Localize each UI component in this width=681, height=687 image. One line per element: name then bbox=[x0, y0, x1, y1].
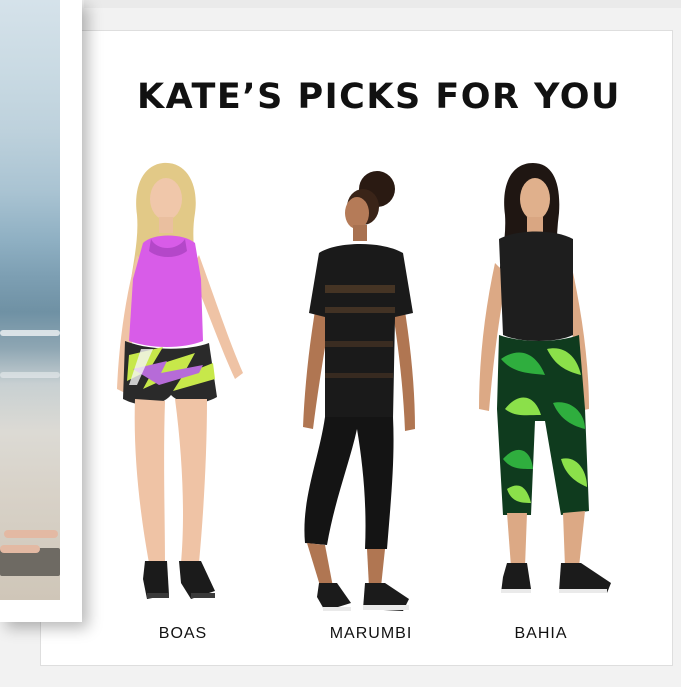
product-card-bahia[interactable]: BAHIA bbox=[461, 159, 621, 642]
wave-highlight bbox=[0, 330, 60, 336]
section-title: KATE’S PICKS FOR YOU bbox=[137, 77, 621, 117]
product-card-boas[interactable]: BOAS bbox=[103, 159, 263, 642]
product-image-boas bbox=[117, 162, 243, 599]
wave-highlight bbox=[0, 372, 60, 378]
picks-panel: KATE’S PICKS FOR YOU BOAS MARUMBI BAHIA bbox=[40, 30, 673, 666]
top-background-strip bbox=[84, 0, 681, 8]
beach-photo bbox=[0, 0, 60, 600]
product-card-marumbi[interactable]: MARUMBI bbox=[291, 159, 451, 642]
beach-photo-card[interactable] bbox=[0, 0, 82, 622]
product-label-bahia[interactable]: BAHIA bbox=[461, 625, 621, 643]
product-image-bahia bbox=[479, 163, 611, 593]
product-image-marumbi bbox=[303, 171, 415, 611]
arm-shape bbox=[4, 530, 58, 538]
product-label-boas[interactable]: BOAS bbox=[103, 625, 263, 643]
arm-shape bbox=[0, 545, 40, 553]
product-label-marumbi[interactable]: MARUMBI bbox=[291, 625, 451, 643]
